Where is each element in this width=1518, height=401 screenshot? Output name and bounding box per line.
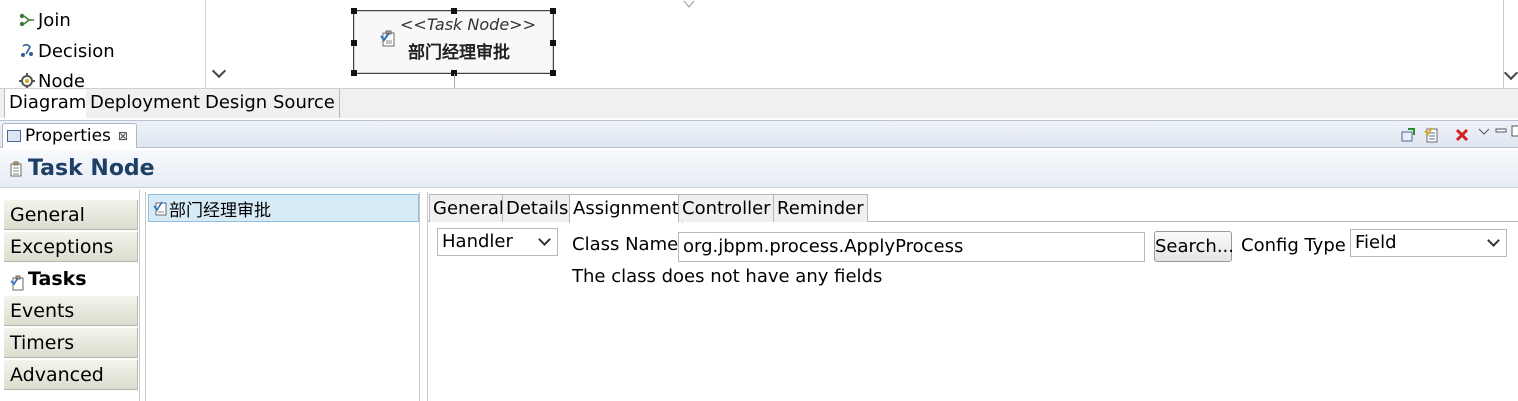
- tab-controller[interactable]: Controller: [678, 194, 775, 222]
- task-node-figure[interactable]: <<Task Node>> 部门经理审批: [351, 8, 556, 76]
- task-list-item[interactable]: 部门经理审批: [148, 194, 419, 222]
- tab-source[interactable]: Source: [269, 89, 340, 118]
- pin-icon[interactable]: [1400, 127, 1416, 143]
- palette: Join Decision Node: [0, 0, 234, 92]
- palette-scrollbar[interactable]: [206, 0, 234, 88]
- tab-assignment[interactable]: Assignment: [569, 194, 683, 223]
- transition-line: [454, 74, 455, 88]
- config-type-value: Field: [1355, 232, 1397, 253]
- node-stereotype: <<Task Node>>: [400, 15, 536, 34]
- process-editor: Join Decision Node <<Task Node>> 部门经理审批: [0, 0, 1518, 92]
- category-exceptions[interactable]: Exceptions: [4, 232, 138, 262]
- task-name: 部门经理审批: [169, 200, 271, 221]
- tab-properties[interactable]: Properties ⊠: [2, 123, 137, 148]
- minimize-icon[interactable]: [1494, 123, 1510, 139]
- maximize-icon[interactable]: [1510, 123, 1518, 139]
- category-timers[interactable]: Timers: [4, 328, 138, 358]
- tab-deployment[interactable]: Deployment: [86, 89, 206, 118]
- assignment-type-select[interactable]: Handler: [437, 228, 558, 256]
- tab-diagram[interactable]: Diagram: [4, 89, 92, 118]
- tab-reminder[interactable]: Reminder: [773, 194, 868, 222]
- join-icon: [18, 11, 36, 29]
- config-type-select[interactable]: Field: [1350, 229, 1507, 257]
- task-icon: [153, 200, 167, 216]
- task-detail-panel: General Details Assignment Controller Re…: [427, 192, 1518, 401]
- properties-title-bar: Task Node: [0, 150, 1518, 188]
- palette-item-join[interactable]: Join: [18, 7, 71, 33]
- task-node-icon: [8, 161, 23, 177]
- remove-icon[interactable]: [1454, 127, 1470, 143]
- close-icon[interactable]: ⊠: [118, 129, 128, 143]
- resize-handle[interactable]: [550, 70, 556, 76]
- tasks-icon: [10, 270, 24, 291]
- palette-item-label: Decision: [38, 40, 115, 62]
- palette-item-label: Join: [38, 9, 71, 31]
- task-list: 部门经理审批: [145, 192, 420, 401]
- properties-view-title: Properties: [25, 126, 111, 146]
- chevron-down-icon: [538, 233, 551, 246]
- tab-design[interactable]: Design: [201, 89, 273, 118]
- chevron-down-icon[interactable]: [1503, 65, 1518, 81]
- view-menu-icon[interactable]: [1476, 125, 1492, 141]
- config-type-label: Config Type: [1241, 235, 1346, 256]
- node-name: 部门经理审批: [408, 43, 510, 63]
- category-label: Tasks: [28, 268, 87, 290]
- palette-item-decision[interactable]: Decision: [18, 38, 115, 64]
- properties-view-icon: [7, 130, 21, 142]
- tab-general[interactable]: General: [429, 194, 508, 222]
- class-name-label: Class Name: [572, 234, 679, 255]
- no-fields-message: The class does not have any fields: [572, 266, 883, 287]
- assignment-type-value: Handler: [442, 231, 513, 252]
- editor-tab-bar: Diagram Deployment Design Source: [0, 88, 1518, 118]
- resize-handle[interactable]: [351, 8, 357, 14]
- chevron-down-icon: [1487, 234, 1500, 247]
- tab-details[interactable]: Details: [502, 194, 573, 222]
- resize-handle[interactable]: [451, 8, 457, 14]
- resize-handle[interactable]: [351, 40, 357, 46]
- resize-handle[interactable]: [351, 70, 357, 76]
- search-button[interactable]: Search...: [1154, 231, 1234, 262]
- palette-list: Join Decision Node: [0, 0, 206, 92]
- canvas-scrollbar[interactable]: [1503, 0, 1518, 88]
- category-tab-list: General Exceptions Tasks Events Timers A…: [0, 190, 140, 401]
- category-general[interactable]: General: [4, 200, 138, 230]
- detail-tab-bar: General Details Assignment Controller Re…: [428, 194, 1518, 223]
- properties-view-header: Properties ⊠: [0, 120, 1518, 148]
- category-events[interactable]: Events: [4, 296, 138, 326]
- decision-icon: [18, 42, 36, 60]
- category-tasks[interactable]: Tasks: [4, 264, 138, 294]
- class-name-field[interactable]: org.jbpm.process.ApplyProcess: [678, 232, 1145, 262]
- transition-arrow-icon: [683, 0, 695, 8]
- category-advanced[interactable]: Advanced: [4, 360, 138, 390]
- categories-icon[interactable]: [1424, 127, 1440, 143]
- task-node-icon: [380, 29, 396, 47]
- properties-section-title: Task Node: [28, 156, 155, 181]
- resize-handle[interactable]: [550, 8, 556, 14]
- chevron-down-icon[interactable]: [211, 63, 227, 79]
- resize-handle[interactable]: [550, 40, 556, 46]
